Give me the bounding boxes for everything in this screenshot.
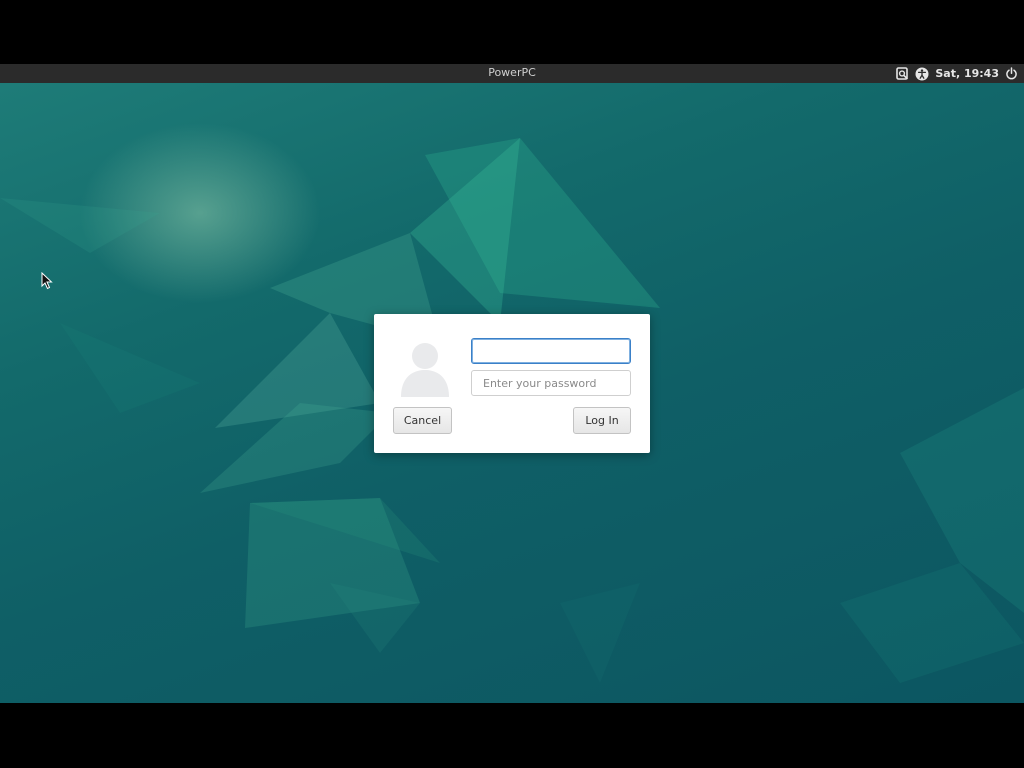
top-panel: PowerPC Sat, 19:43: [0, 64, 1024, 83]
mouse-pointer: [41, 271, 53, 294]
username-field[interactable]: [471, 338, 631, 364]
screenshot-search-icon[interactable]: [896, 67, 909, 80]
accessibility-icon[interactable]: [915, 67, 929, 81]
screen: PowerPC Sat, 19:43 Cancel Log In: [0, 0, 1024, 768]
clock[interactable]: Sat, 19:43: [935, 67, 999, 80]
power-icon[interactable]: [1005, 67, 1018, 80]
log-in-button[interactable]: Log In: [573, 407, 631, 434]
password-field[interactable]: [471, 370, 631, 396]
cancel-button[interactable]: Cancel: [393, 407, 452, 434]
system-tray: Sat, 19:43: [896, 65, 1018, 82]
user-avatar-icon: [398, 340, 452, 398]
hostname-label: PowerPC: [488, 66, 536, 79]
